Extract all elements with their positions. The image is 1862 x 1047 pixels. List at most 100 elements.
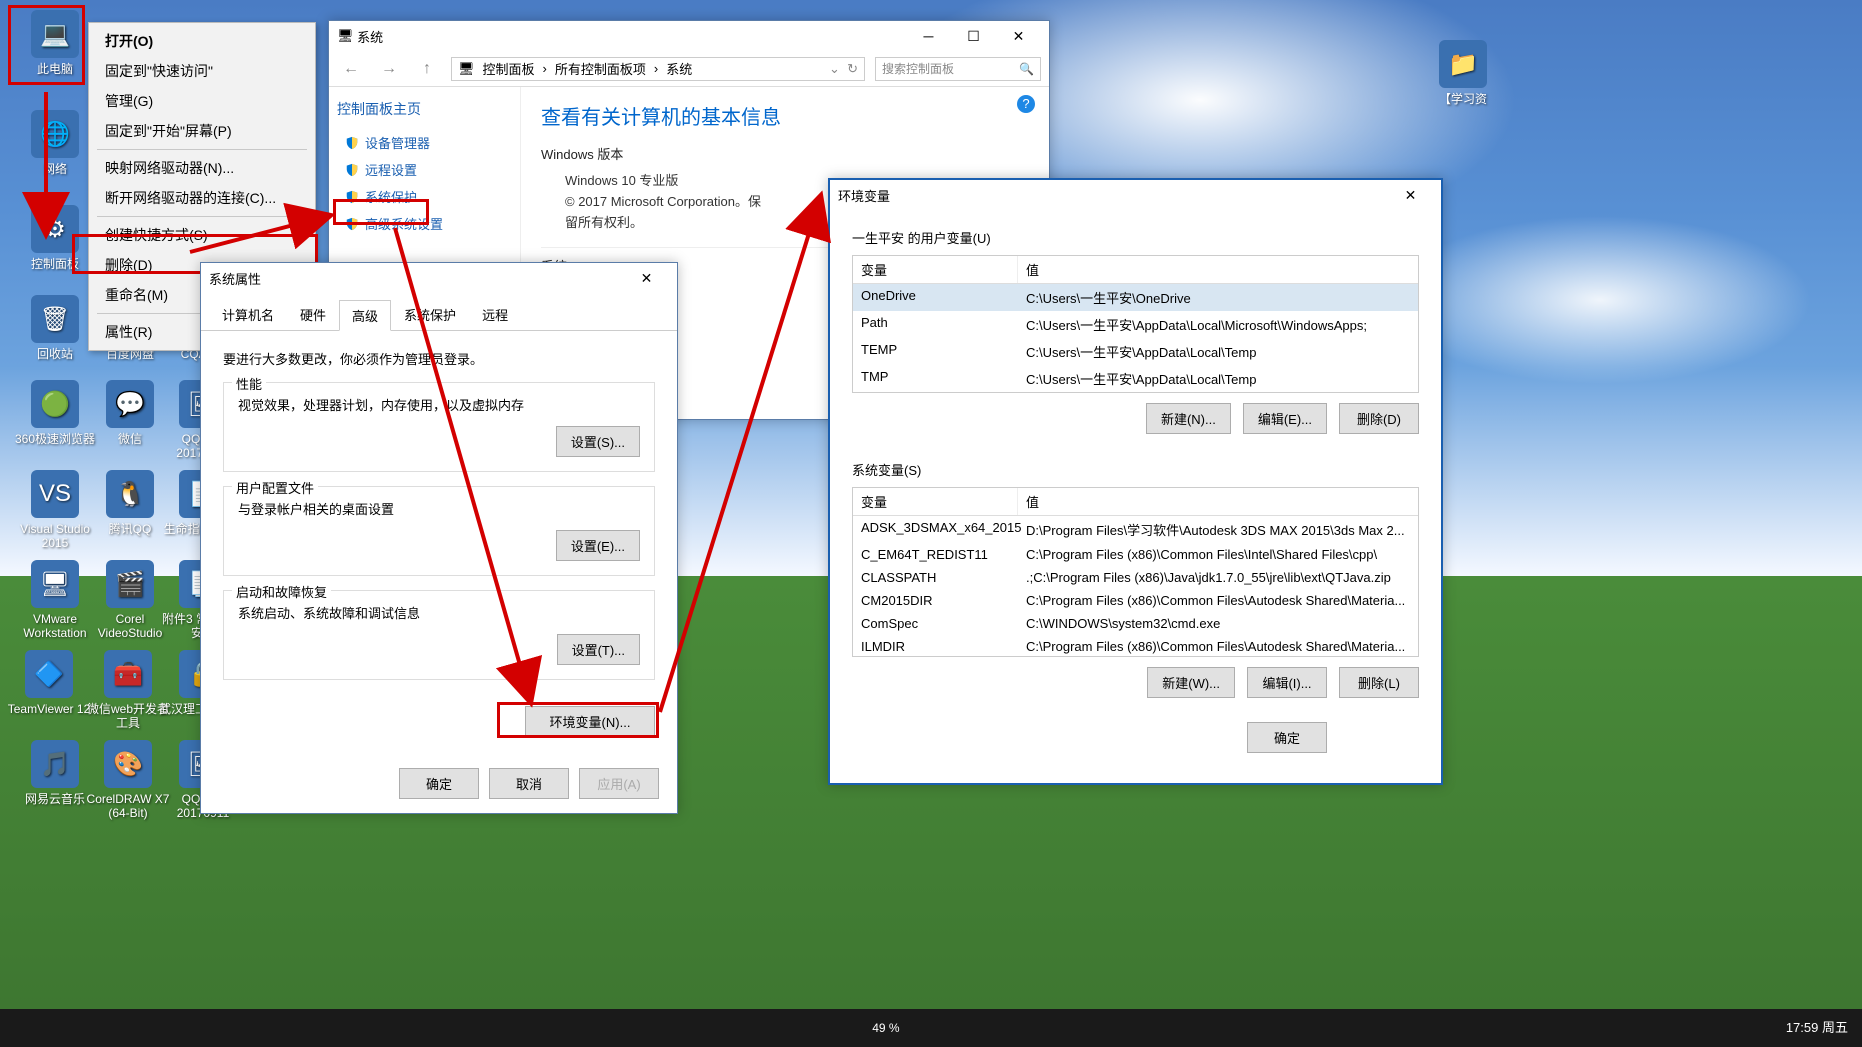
icon-label: TeamViewer 12 (4, 702, 94, 716)
link-remote-settings[interactable]: 远程设置 (337, 156, 512, 183)
profile-desc: 与登录帐户相关的桌面设置 (238, 499, 640, 518)
tab-computer-name[interactable]: 计算机名 (209, 299, 287, 330)
breadcrumb[interactable]: 🖥 控制面板› 所有控制面板项› 系统 ⌄ ↻ (451, 57, 865, 81)
apply-button[interactable]: 应用(A) (579, 768, 659, 799)
app-icon: 📁 (1439, 40, 1487, 88)
pc-icon-highlight (8, 5, 85, 85)
col-variable[interactable]: 变量 (853, 256, 1018, 283)
startup-desc: 系统启动、系统故障和调试信息 (238, 603, 640, 622)
folder-icon: 🖥 (458, 61, 475, 77)
bc-3[interactable]: 系统 (666, 59, 692, 78)
tab-remote[interactable]: 远程 (469, 299, 521, 330)
search-input[interactable]: 搜索控制面板 🔍 (875, 57, 1041, 81)
sys-edit-button[interactable]: 编辑(I)... (1247, 667, 1327, 698)
ok-button[interactable]: 确定 (399, 768, 479, 799)
var-name: TMP (853, 367, 1018, 390)
table-row[interactable]: TMPC:\Users\一生平安\AppData\Local\Temp (853, 365, 1418, 392)
sys-vars-table: 变量 值 ADSK_3DSMAX_x64_2015D:\Program File… (852, 487, 1419, 657)
sys-delete-button[interactable]: 删除(L) (1339, 667, 1419, 698)
app-icon: 🟢 (31, 380, 79, 428)
env-ok-button[interactable]: 确定 (1247, 722, 1327, 753)
page-title: 查看有关计算机的基本信息 (541, 101, 1029, 130)
table-row[interactable]: ADSK_3DSMAX_x64_2015D:\Program Files\学习软… (853, 516, 1418, 543)
bc-2[interactable]: 所有控制面板项 (555, 59, 646, 78)
close-button[interactable]: ✕ (996, 22, 1041, 50)
user-new-button[interactable]: 新建(N)... (1146, 403, 1231, 434)
sys-new-button[interactable]: 新建(W)... (1147, 667, 1235, 698)
ctx-pin-start[interactable]: 固定到"开始"屏幕(P) (89, 116, 315, 146)
startup-settings-button[interactable]: 设置(T)... (557, 634, 640, 665)
var-value: C:\WINDOWS\system32\cmd.exe (1018, 614, 1418, 633)
ctx-disconnect[interactable]: 断开网络驱动器的连接(C)... (89, 183, 315, 213)
var-value: C:\Users\一生平安\AppData\Local\Temp (1018, 340, 1418, 363)
app-icon: VS (31, 470, 79, 518)
close-button[interactable]: ✕ (624, 264, 669, 292)
ctx-map-drive[interactable]: 映射网络驱动器(N)... (89, 153, 315, 183)
table-row[interactable]: ILMDIRC:\Program Files (x86)\Common File… (853, 635, 1418, 656)
close-button[interactable]: ✕ (1388, 181, 1433, 209)
shield-icon (345, 135, 359, 151)
taskbar[interactable]: 49 % 17:59 周五 (0, 1009, 1862, 1047)
control-panel-home[interactable]: 控制面板主页 (337, 99, 512, 119)
table-row[interactable]: PathC:\Users\一生平安\AppData\Local\Microsof… (853, 311, 1418, 338)
user-edit-button[interactable]: 编辑(E)... (1243, 403, 1327, 434)
nav-up-icon[interactable]: ↑ (413, 55, 441, 83)
table-row[interactable]: CLASSPATH.;C:\Program Files (x86)\Java\j… (853, 566, 1418, 589)
profile-label: 用户配置文件 (232, 478, 318, 497)
app-icon: 🎬 (106, 560, 154, 608)
env-btn-highlight (497, 702, 659, 738)
ctx-manage[interactable]: 管理(G) (89, 86, 315, 116)
clock[interactable]: 17:59 周五 (1772, 1020, 1862, 1036)
search-icon: 🔍 (1019, 62, 1034, 76)
tab-hardware[interactable]: 硬件 (287, 299, 339, 330)
ctx-open[interactable]: 打开(O) (89, 26, 315, 56)
system-window-title: 系统 (357, 27, 383, 46)
var-value: C:\Users\一生平安\AppData\Local\Microsoft\Wi… (1018, 313, 1418, 336)
app-icon: 🔷 (25, 650, 73, 698)
app-icon: 🖥 (31, 560, 79, 608)
battery-indicator[interactable]: 49 % (864, 1021, 907, 1035)
nav-back-icon[interactable]: ← (337, 55, 365, 83)
performance-label: 性能 (232, 374, 266, 393)
nav-forward-icon[interactable]: → (375, 55, 403, 83)
table-row[interactable]: ComSpecC:\WINDOWS\system32\cmd.exe (853, 612, 1418, 635)
app-icon: 🎨 (104, 740, 152, 788)
admin-message: 要进行大多数更改，你必须作为管理员登录。 (223, 349, 655, 368)
cancel-button[interactable]: 取消 (489, 768, 569, 799)
table-row[interactable]: CM2015DIRC:\Program Files (x86)\Common F… (853, 589, 1418, 612)
var-name: CM2015DIR (853, 591, 1018, 610)
copyright: © 2017 Microsoft Corporation。保留所有权利。 (565, 192, 765, 234)
edition-label: Windows 版本 (541, 144, 1029, 163)
maximize-button[interactable]: ☐ (951, 22, 996, 50)
user-vars-table: 变量 值 OneDriveC:\Users\一生平安\OneDrivePathC… (852, 255, 1419, 393)
col-variable[interactable]: 变量 (853, 488, 1018, 515)
var-name: C_EM64T_REDIST11 (853, 545, 1018, 564)
startup-label: 启动和故障恢复 (232, 582, 331, 601)
table-row[interactable]: OneDriveC:\Users\一生平安\OneDrive (853, 284, 1418, 311)
shield-icon (345, 162, 359, 178)
environment-variables-window: 环境变量 ✕ 一生平安 的用户变量(U) 变量 值 OneDriveC:\Use… (828, 178, 1443, 785)
help-icon[interactable]: ? (1017, 95, 1035, 113)
app-icon: 🌐 (31, 110, 79, 158)
profile-settings-button[interactable]: 设置(E)... (556, 530, 640, 561)
ctx-pin-quick[interactable]: 固定到"快速访问" (89, 56, 315, 86)
var-value: .;C:\Program Files (x86)\Java\jdk1.7.0_5… (1018, 568, 1418, 587)
col-value[interactable]: 值 (1018, 488, 1047, 515)
col-value[interactable]: 值 (1018, 256, 1047, 283)
link-device-manager[interactable]: 设备管理器 (337, 129, 512, 156)
tab-system-protection[interactable]: 系统保护 (391, 299, 469, 330)
minimize-button[interactable]: ─ (906, 22, 951, 50)
table-row[interactable]: TEMPC:\Users\一生平安\AppData\Local\Temp (853, 338, 1418, 365)
table-row[interactable]: C_EM64T_REDIST11C:\Program Files (x86)\C… (853, 543, 1418, 566)
desktop-icon-【学习资[interactable]: 📁【学习资 (1418, 40, 1508, 106)
app-icon: 🎵 (31, 740, 79, 788)
tab-advanced[interactable]: 高级 (339, 300, 391, 331)
performance-settings-button[interactable]: 设置(S)... (556, 426, 640, 457)
bc-1[interactable]: 控制面板 (483, 59, 535, 78)
user-vars-label: 一生平安 的用户变量(U) (852, 228, 1419, 247)
desktop-icon-网络[interactable]: 🌐网络 (10, 110, 100, 176)
env-title: 环境变量 (838, 186, 890, 205)
user-delete-button[interactable]: 删除(D) (1339, 403, 1419, 434)
desktop-icon-TeamViewer 12[interactable]: 🔷 TeamViewer 12 (4, 650, 94, 716)
sys-vars-label: 系统变量(S) (852, 460, 1419, 479)
